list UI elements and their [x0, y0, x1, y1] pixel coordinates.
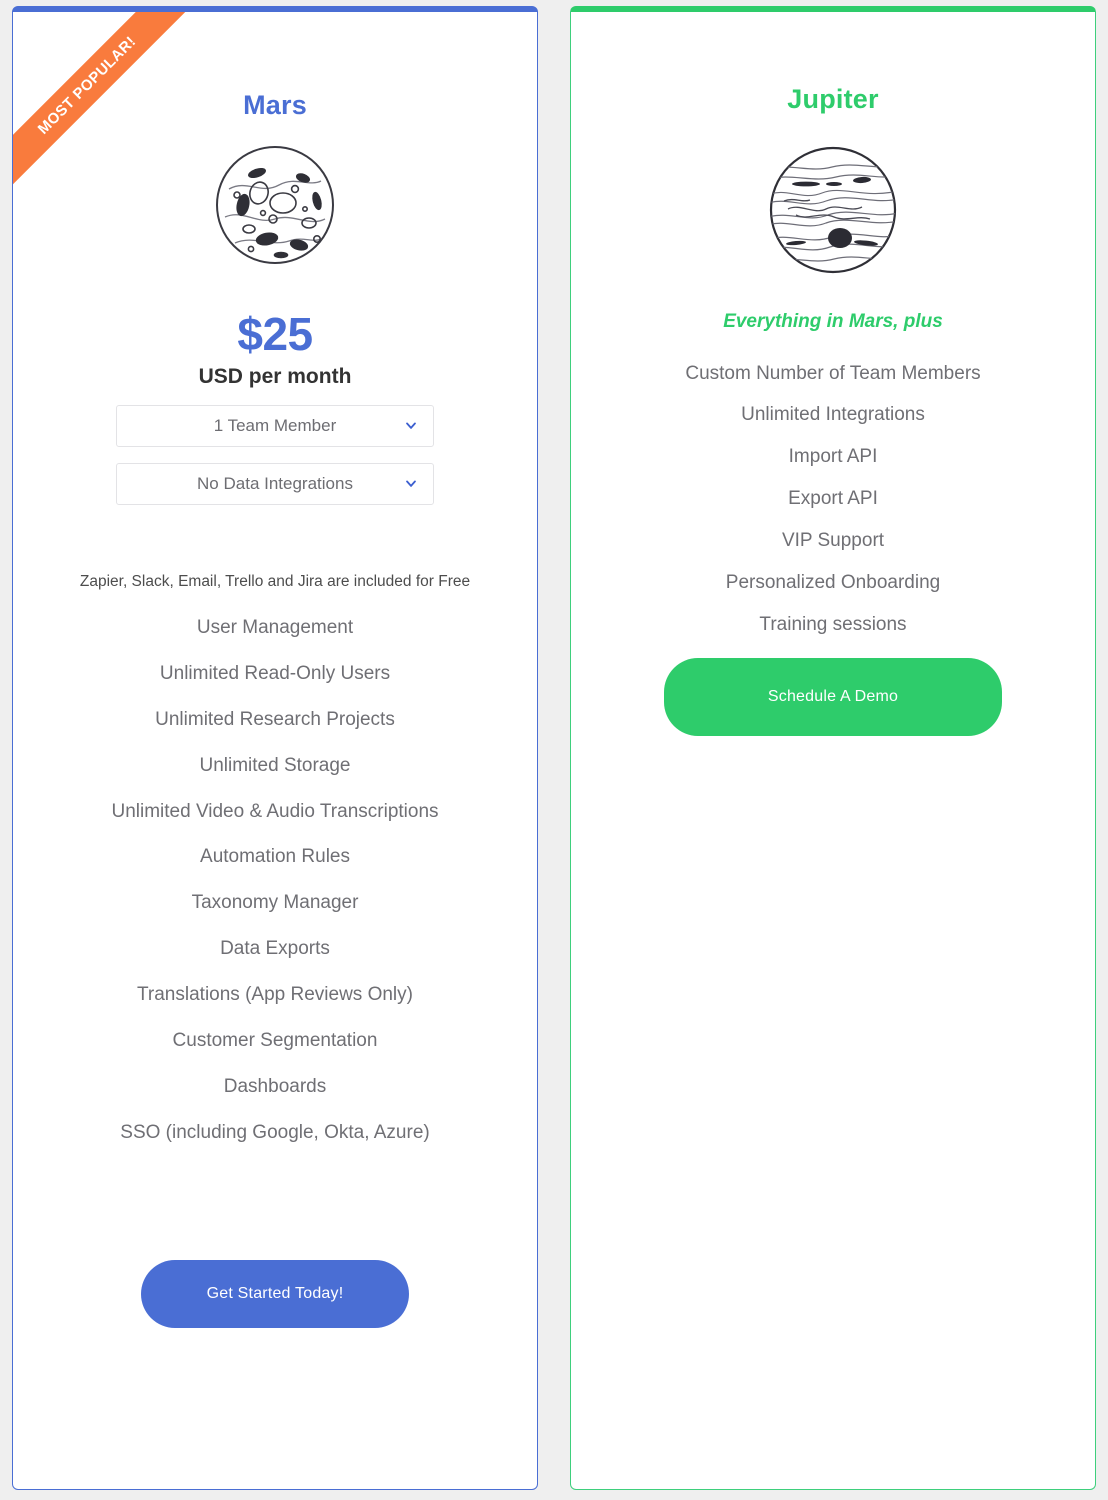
feature-item: Automation Rules	[200, 846, 350, 868]
feature-item: Custom Number of Team Members	[685, 362, 981, 384]
feature-item: Unlimited Integrations	[741, 404, 925, 426]
plan-title-jupiter: Jupiter	[787, 84, 879, 114]
plan-price-mars: $25	[237, 308, 313, 360]
chevron-down-icon	[405, 419, 417, 431]
jupiter-cta-row: Schedule A Demo	[591, 658, 1075, 737]
team-member-select[interactable]: 1 Team Member	[116, 405, 434, 447]
feature-item: Unlimited Video & Audio Transcriptions	[111, 800, 439, 822]
feature-item: Dashboards	[223, 1075, 327, 1097]
included-integrations-note: Zapier, Slack, Email, Trello and Jira ar…	[79, 573, 471, 590]
jupiter-tagline: Everything in Mars, plus	[723, 311, 943, 332]
team-member-select-value: 1 Team Member	[213, 416, 337, 435]
feature-item: Data Exports	[220, 938, 330, 960]
feature-item: Export API	[788, 488, 878, 510]
data-integrations-select-row: No Data Integrations	[33, 463, 517, 505]
mars-cta-row: Get Started Today!	[33, 1259, 517, 1328]
feature-list-mars: User Management Unlimited Read-Only User…	[33, 605, 517, 1156]
jupiter-planet-icon	[591, 143, 1075, 277]
feature-item: Training sessions	[759, 613, 907, 635]
plan-price-period-mars: USD per month	[198, 365, 352, 388]
data-integrations-select[interactable]: No Data Integrations	[116, 463, 434, 505]
plan-title-mars: Mars	[243, 90, 307, 120]
feature-item: Unlimited Research Projects	[155, 708, 395, 730]
feature-item: Unlimited Read-Only Users	[159, 662, 391, 684]
feature-item: Unlimited Storage	[199, 754, 351, 776]
feature-item: SSO (including Google, Okta, Azure)	[120, 1121, 430, 1143]
pricing-plans-container: MOST POPULAR! Mars $25 USD per month 1 T…	[0, 0, 1108, 1500]
feature-item: Import API	[788, 446, 878, 468]
feature-item: User Management	[196, 617, 354, 638]
chevron-down-icon	[405, 477, 417, 489]
plan-card-mars: MOST POPULAR! Mars $25 USD per month 1 T…	[12, 6, 538, 1490]
schedule-demo-button[interactable]: Schedule A Demo	[664, 658, 1002, 737]
team-member-select-row: 1 Team Member	[33, 405, 517, 447]
get-started-button[interactable]: Get Started Today!	[141, 1259, 409, 1328]
feature-item: Translations (App Reviews Only)	[137, 984, 413, 1006]
feature-item: Customer Segmentation	[172, 1030, 378, 1052]
data-integrations-select-value: No Data Integrations	[197, 474, 353, 493]
feature-item: VIP Support	[781, 530, 885, 552]
feature-item: Personalized Onboarding	[725, 571, 941, 593]
mars-planet-icon	[33, 143, 517, 267]
plan-card-jupiter: Jupiter Everything in Mars, plus Custom …	[570, 6, 1096, 1490]
feature-list-jupiter: Custom Number of Team Members Unlimited …	[591, 353, 1075, 646]
feature-item: Taxonomy Manager	[191, 892, 359, 914]
